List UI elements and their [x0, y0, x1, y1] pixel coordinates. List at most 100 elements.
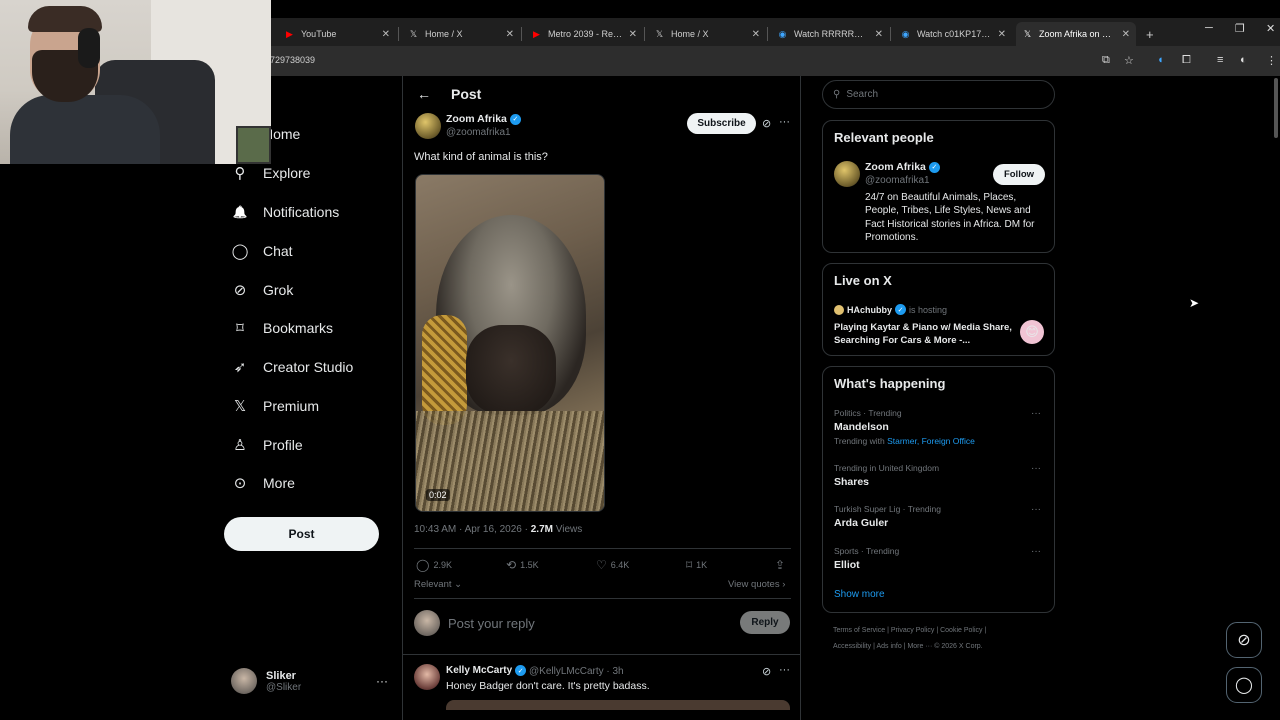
trend-more-icon[interactable]: ··· [1031, 463, 1041, 474]
trend-name[interactable]: Elliot [834, 559, 860, 571]
relevant-person-handle[interactable]: @zoomafrika1 [865, 175, 930, 186]
nav-more[interactable]: ⊙ More [230, 471, 295, 495]
browser-tab-metro[interactable]: ▶ Metro 2039 - Reveal ✕ [525, 22, 643, 46]
browser-tab-home-x-2[interactable]: 𝕏 Home / X ✕ [648, 22, 766, 46]
profile-icon[interactable]: ◐ [1240, 54, 1247, 66]
x-logo-icon: 𝕏 [655, 28, 664, 39]
scrollbar[interactable] [1274, 78, 1278, 138]
nav-premium[interactable]: 𝕏 Premium [230, 394, 319, 418]
webcam-overlay [0, 0, 271, 164]
search-input[interactable]: ⚲ Search [822, 80, 1055, 109]
cast-icon[interactable]: ⧉ [1102, 54, 1110, 67]
trend-name[interactable]: Arda Guler [834, 517, 888, 529]
like-action[interactable]: ♡ 6.4K [596, 558, 629, 572]
browser-menu-icon[interactable]: ⋮ [1266, 54, 1277, 67]
browser-tab-watch-2[interactable]: ◉ Watch c01KP17DQC ✕ [894, 22, 1012, 46]
browser-tab-home-x[interactable]: 𝕏 Home / X ✕ [402, 22, 520, 46]
footer-links[interactable]: Terms of Service | Privacy Policy | Cook… [833, 627, 986, 634]
grok-icon[interactable]: ⊘ [762, 665, 771, 678]
restore-icon[interactable]: ❐ [1235, 22, 1245, 35]
trend-more-icon[interactable]: ··· [1031, 408, 1041, 419]
audio-icon[interactable]: ◖ [1157, 54, 1164, 66]
browser-tab-youtube[interactable]: ▶ YouTube ✕ [278, 22, 396, 46]
tab-separator [890, 27, 891, 41]
like-count: 6.4K [610, 560, 630, 570]
post-more-icon[interactable]: ··· [779, 116, 790, 128]
nav-profile[interactable]: ♙ Profile [230, 433, 302, 457]
trend-name[interactable]: Mandelson [834, 421, 889, 433]
reply-media[interactable] [446, 700, 790, 710]
search-placeholder: Search [846, 89, 879, 100]
account-more-icon[interactable]: ··· [376, 674, 388, 688]
author-name[interactable]: Zoom Afrika ✓ [446, 113, 521, 125]
trend-name[interactable]: Shares [834, 476, 869, 488]
reply-author-avatar[interactable] [414, 664, 440, 690]
nav-label: Explore [263, 165, 311, 181]
repost-action[interactable]: ⟲ 1.5K [506, 558, 539, 572]
nav-grok[interactable]: ⊘ Grok [230, 278, 294, 302]
post-text: What kind of animal is this? [414, 151, 548, 163]
trend-with-links[interactable]: Starmer, Foreign Office [887, 436, 975, 446]
browser-tab-zoom-afrika[interactable]: 𝕏 Zoom Afrika on X: "W ✕ [1016, 22, 1136, 46]
live-on-x-card[interactable]: Live on X HAchubby ✓ is hosting Playing … [822, 263, 1055, 356]
browser-tab-watch-1[interactable]: ◉ Watch RRRRRRRAA ✕ [771, 22, 889, 46]
close-tab-icon[interactable]: ✕ [875, 29, 883, 40]
extensions-icon[interactable]: ⧠ [1182, 54, 1191, 67]
view-quotes-link[interactable]: View quotes › [728, 579, 785, 590]
reply-input[interactable]: Post your reply [448, 616, 535, 631]
reply-action[interactable]: ◯ 2.9K [416, 558, 452, 572]
media-icon[interactable]: ≡ [1217, 54, 1223, 66]
subscribe-button[interactable]: Subscribe [687, 113, 756, 134]
relevant-person-name[interactable]: Zoom Afrika ✓ [865, 161, 940, 173]
post-button[interactable]: Post [224, 517, 379, 551]
window-close-icon[interactable]: ✕ [1266, 22, 1275, 35]
post-meta: 10:43 AM · Apr 16, 2026 · 2.7M Views [414, 524, 582, 535]
bookmark-action[interactable]: ⌑ 1K [686, 558, 707, 572]
trend-context: Sports · Trending [834, 546, 900, 556]
grok-icon[interactable]: ⊘ [762, 117, 771, 130]
close-tab-icon[interactable]: ✕ [629, 29, 637, 40]
post-video[interactable]: 0:02 [415, 174, 605, 512]
watch-icon: ◉ [778, 28, 787, 39]
trend-more-icon[interactable]: ··· [1031, 546, 1041, 557]
new-tab-label: + [1146, 26, 1154, 42]
show-more-link[interactable]: Show more [834, 589, 885, 600]
relevant-person-avatar[interactable] [834, 161, 860, 187]
close-tab-icon[interactable]: ✕ [382, 29, 390, 40]
nav-chat[interactable]: ◯ Chat [230, 239, 293, 263]
back-arrow-icon[interactable]: ← [417, 86, 431, 102]
post-timestamp[interactable]: 10:43 AM · Apr 16, 2026 · [414, 524, 531, 535]
reply-more-icon[interactable]: ··· [779, 664, 790, 676]
author-handle[interactable]: @zoomafrika1 [446, 127, 511, 138]
reply-author-handle[interactable]: @KellyLMcCarty · 3h [529, 666, 624, 677]
minimize-icon[interactable]: ─ [1205, 22, 1213, 34]
nav-creator-studio[interactable]: ➶ Creator Studio [230, 355, 354, 379]
nav-notifications[interactable]: 🔔 Notifications [230, 200, 340, 224]
follow-button[interactable]: Follow [993, 164, 1045, 185]
close-tab-icon[interactable]: ✕ [1122, 29, 1130, 40]
account-switcher[interactable]: Sliker @Sliker [231, 668, 301, 694]
live-space-title[interactable]: Playing Kaytar & Piano w/ Media Share, S… [834, 321, 1014, 347]
nav-explore[interactable]: ⚲ Explore [230, 161, 311, 185]
reply-button[interactable]: Reply [740, 611, 790, 634]
bell-icon: 🔔 [232, 205, 248, 219]
grok-fab[interactable]: ⊘ [1226, 622, 1262, 658]
close-tab-icon[interactable]: ✕ [506, 29, 514, 40]
footer-links[interactable]: Accessibility | Ads info | More ··· © 20… [833, 643, 983, 650]
reply-sort-dropdown[interactable]: Relevant ⌄ [414, 579, 462, 590]
reply-author-name[interactable]: Kelly McCarty ✓ [446, 665, 527, 676]
close-tab-icon[interactable]: ✕ [752, 29, 760, 40]
star-icon[interactable]: ☆ [1124, 54, 1134, 67]
relevant-person-bio: 24/7 on Beautiful Animals, Places, Peopl… [865, 192, 1035, 243]
author-avatar[interactable] [415, 113, 441, 139]
url-field[interactable]: 729738039 [270, 55, 315, 65]
share-action[interactable]: ⇪ [775, 558, 789, 572]
reply-author-name-text: Kelly McCarty [446, 665, 513, 676]
chat-fab[interactable]: ◯ [1226, 667, 1262, 703]
nav-bookmarks[interactable]: ⌑ Bookmarks [230, 316, 333, 340]
close-tab-icon[interactable]: ✕ [998, 29, 1006, 40]
new-tab-button[interactable]: + [1140, 22, 1160, 46]
live-host: HAchubby ✓ is hosting [834, 304, 947, 315]
tab-title: Metro 2039 - Reveal [548, 29, 623, 39]
trend-more-icon[interactable]: ··· [1031, 504, 1041, 515]
